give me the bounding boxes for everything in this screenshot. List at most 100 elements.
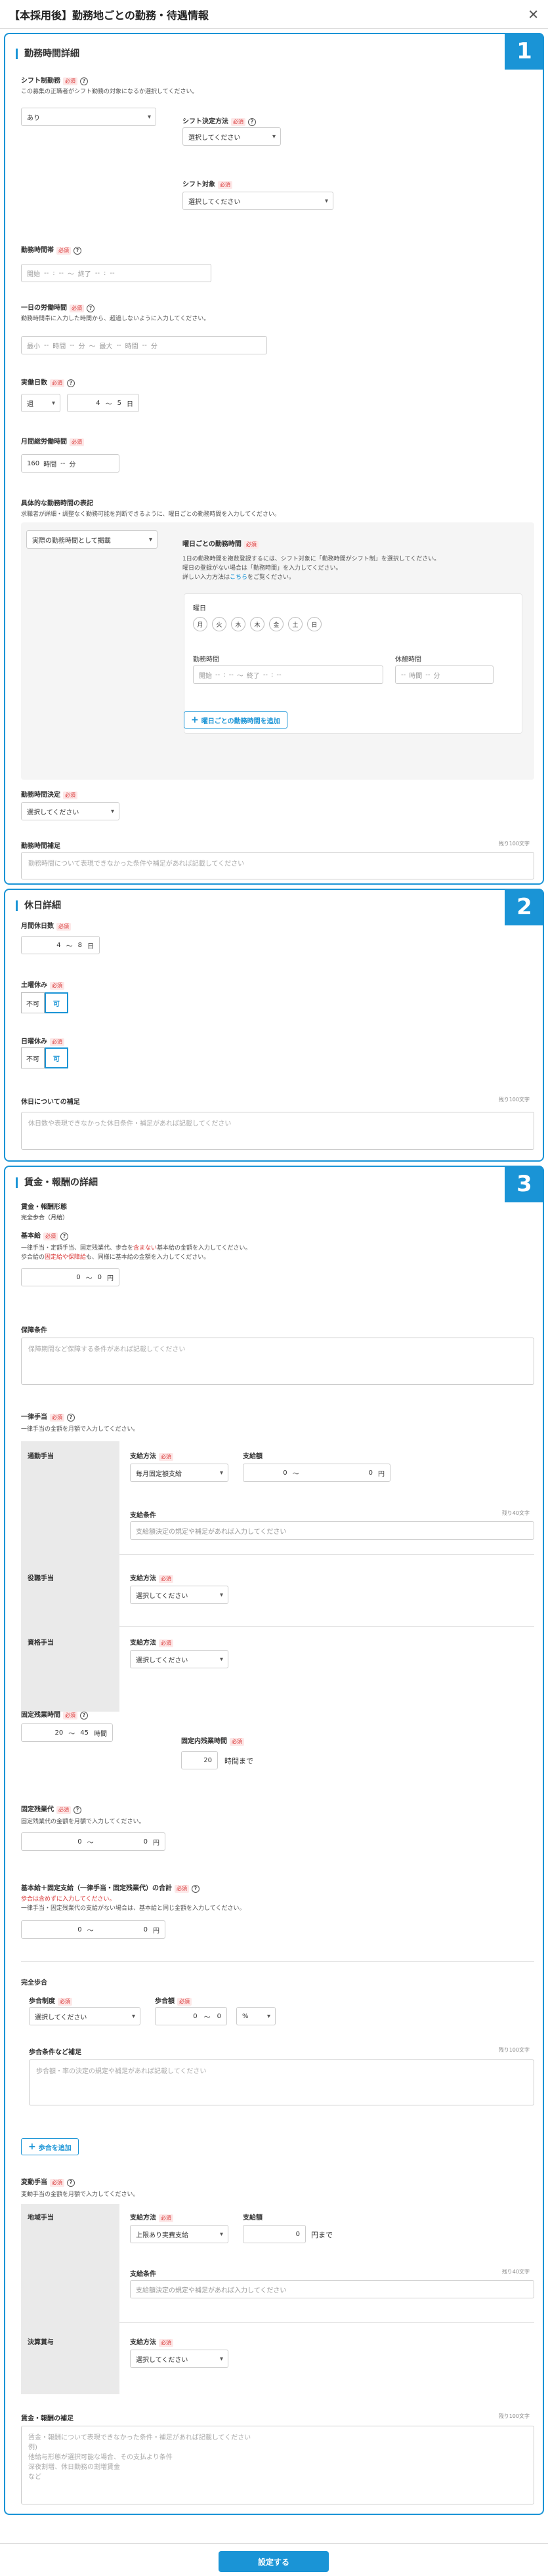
day-toggle-mon[interactable]: 月	[193, 617, 207, 631]
commission-rate-input[interactable]: 0 〜 0	[155, 2007, 227, 2025]
char-count: 残り100文字	[498, 1097, 530, 1103]
specific-select[interactable]: 実際の勤務時間として掲載	[26, 530, 158, 549]
day-toggle-thu[interactable]: 木	[250, 617, 264, 631]
decision-label: 勤務時間決定 必須	[21, 789, 77, 799]
days-period-select[interactable]: 週	[21, 394, 60, 412]
qualification-allowance-label: 資格手当	[28, 1639, 54, 1647]
close-icon[interactable]: ✕	[528, 7, 539, 22]
saturday-off-yes[interactable]: 可	[45, 992, 68, 1013]
sunday-off-no[interactable]: 不可	[21, 1047, 45, 1068]
work-time-label: 勤務時間帯 必須?	[21, 244, 81, 255]
section-title: 勤務時間詳細	[16, 49, 79, 59]
total-desc: 一律手当・固定残業代の支給がない場合は、基本給と同じ金額を入力してください。	[21, 1905, 245, 1912]
section-work-hours: 1 勤務時間詳細 シフト制勤務 必須? この募集の正職者がシフト勤務の対象になるか…	[4, 33, 544, 885]
saturday-off-no[interactable]: 不可	[21, 992, 45, 1013]
help-icon[interactable]: ?	[80, 77, 88, 85]
decision-select[interactable]: 選択してください	[21, 802, 119, 820]
day-toggle-sat[interactable]: 土	[288, 617, 303, 631]
holiday-note-label: 休日についての補足	[21, 1099, 80, 1106]
section-title: 賃金・報酬の詳細	[16, 1177, 98, 1188]
commute-cond-input[interactable]: 支給額決定の規定や補足があれば入力してください	[130, 1521, 534, 1540]
day-toggle-wed[interactable]: 水	[231, 617, 245, 631]
submit-button[interactable]: 設定する	[219, 2551, 329, 2572]
bonus-method-label: 支給方法 必須	[130, 2336, 173, 2347]
required-badge: 必須	[56, 923, 71, 931]
required-badge: 必須	[159, 1639, 173, 1647]
add-commission-button[interactable]: + 歩合を追加	[21, 2138, 79, 2155]
help-icon[interactable]: ?	[80, 1712, 88, 1720]
shift-target-select[interactable]: 選択してください	[182, 192, 333, 210]
shift-select[interactable]: あり	[21, 108, 156, 126]
help-icon[interactable]: ?	[67, 379, 75, 387]
required-badge: 必須	[63, 1712, 77, 1720]
help-link[interactable]: こちら	[230, 574, 247, 581]
commute-method-select[interactable]: 毎月固定額支給	[130, 1464, 228, 1482]
base-pay-input[interactable]: 0 〜 0 円	[21, 1268, 119, 1286]
fixed-ot-pay-input[interactable]: 0 〜 0 円	[21, 1832, 165, 1851]
help-icon[interactable]: ?	[74, 1806, 81, 1814]
variable-names-col	[21, 2204, 119, 2394]
char-count: 残り100文字	[498, 841, 530, 847]
bonus-method-select[interactable]: 選択してください	[130, 2350, 228, 2368]
daily-hours-input[interactable]: 最小 -- 時間 -- 分〜最大 -- 時間 -- 分	[21, 336, 267, 354]
section-badge-2: 2	[505, 889, 544, 925]
base-pay-label: 基本給 必須?	[21, 1230, 68, 1240]
area-method-select[interactable]: 上限あり実費支給	[130, 2225, 228, 2243]
commission-cond-textarea[interactable]: 歩合額・率の決定の規定や補足があれば記載してください	[29, 2059, 534, 2105]
help-icon[interactable]: ?	[248, 118, 256, 126]
commute-amount-label: 支給額	[243, 1453, 263, 1460]
section-badge-1: 1	[505, 33, 544, 70]
total-input[interactable]: 0 〜 0 円	[21, 1920, 165, 1939]
day-toggle-tue[interactable]: 火	[212, 617, 226, 631]
help-icon[interactable]: ?	[67, 1414, 75, 1422]
help-icon[interactable]: ?	[74, 247, 81, 255]
required-badge: 必須	[50, 2179, 64, 2187]
required-badge: 必須	[175, 1885, 189, 1893]
days-range-input[interactable]: 4 〜 5 日	[67, 394, 139, 412]
day-toggle-fri[interactable]: 金	[269, 617, 284, 631]
fixed-ot-label: 固定残業時間 必須?	[21, 1709, 88, 1720]
section-title: 休日詳細	[16, 900, 61, 911]
help-icon[interactable]: ?	[192, 1885, 200, 1893]
help-icon[interactable]: ?	[67, 2179, 75, 2187]
area-cond-input[interactable]: 支給額決定の規定や補足があれば入力してください	[130, 2280, 534, 2298]
commission-system-select[interactable]: 選択してください	[29, 2007, 140, 2025]
saturday-off-label: 土曜休み 必須	[21, 979, 64, 990]
divider	[119, 1554, 534, 1555]
divider	[21, 1961, 534, 1962]
wage-note-textarea[interactable]: 賃金・報酬について表現できなかった条件・補足があれば記載してください 例) 他給…	[21, 2426, 534, 2504]
holiday-note-textarea[interactable]: 休日数や表現できなかった休日条件・補足があれば記載してください	[21, 1112, 534, 1150]
required-badge: 必須	[50, 1038, 64, 1046]
add-dow-button[interactable]: + 曜日ごとの勤務時間を追加	[184, 711, 287, 728]
commission-system-label: 歩合制度 必須	[29, 1995, 72, 2006]
work-note-textarea[interactable]: 勤務時間について表現できなかった条件や補足があれば記載してください	[21, 852, 534, 879]
daily-desc: 勤務時間帯に入力した時間から、超過しないように入力してください。	[21, 316, 210, 322]
commute-allowance-label: 通勤手当	[28, 1453, 54, 1460]
required-badge: 必須	[159, 1453, 173, 1461]
qualification-method-select[interactable]: 選択してください	[130, 1650, 228, 1668]
monthly-hours-input[interactable]: 160 時間 -- 分	[21, 454, 119, 473]
shift-method-select[interactable]: 選択してください	[182, 127, 281, 146]
fixed-ot-input[interactable]: 20 〜 45 時間	[21, 1723, 113, 1742]
commission-cond-label: 歩合条件など補足	[29, 2049, 81, 2056]
dow-break-label: 休憩時間	[395, 656, 421, 664]
work-time-input[interactable]: 開始 --: -- 〜終了 --: --	[21, 264, 211, 282]
monthly-holidays-input[interactable]: 4 〜 8 日	[21, 936, 100, 954]
commute-amount-input[interactable]: 0 〜 0 円	[243, 1464, 390, 1482]
dow-time-input[interactable]: 開始 --: -- 〜終了 --: --	[193, 665, 383, 684]
area-amount-input[interactable]: 0	[243, 2225, 306, 2243]
allowance-desc: 一律手当の金額を月額で入力してください。	[21, 1426, 139, 1433]
section-holidays: 2 休日詳細 月間休日数 必須 4 〜 8 日 土曜休み 必須 不可 可 日曜休み 必須 不…	[4, 889, 544, 1162]
help-icon[interactable]: ?	[87, 305, 95, 312]
commission-unit-select[interactable]: %	[236, 2007, 276, 2025]
help-icon[interactable]: ?	[60, 1233, 68, 1240]
guarantee-textarea[interactable]: 保障期間など保障する条件があれば記載してください	[21, 1338, 534, 1385]
fixed-ot-pay-label: 固定残業代 必須?	[21, 1804, 81, 1814]
dow-break-input[interactable]: -- 時間 -- 分	[395, 665, 494, 684]
day-toggle-sun[interactable]: 日	[307, 617, 322, 631]
required-badge: 必須	[70, 305, 84, 312]
position-method-select[interactable]: 選択してください	[130, 1586, 228, 1604]
area-cond-label: 支給条件	[130, 2271, 156, 2278]
sunday-off-yes[interactable]: 可	[45, 1047, 68, 1068]
fixed-ot-limit-input[interactable]: 20	[181, 1751, 218, 1769]
